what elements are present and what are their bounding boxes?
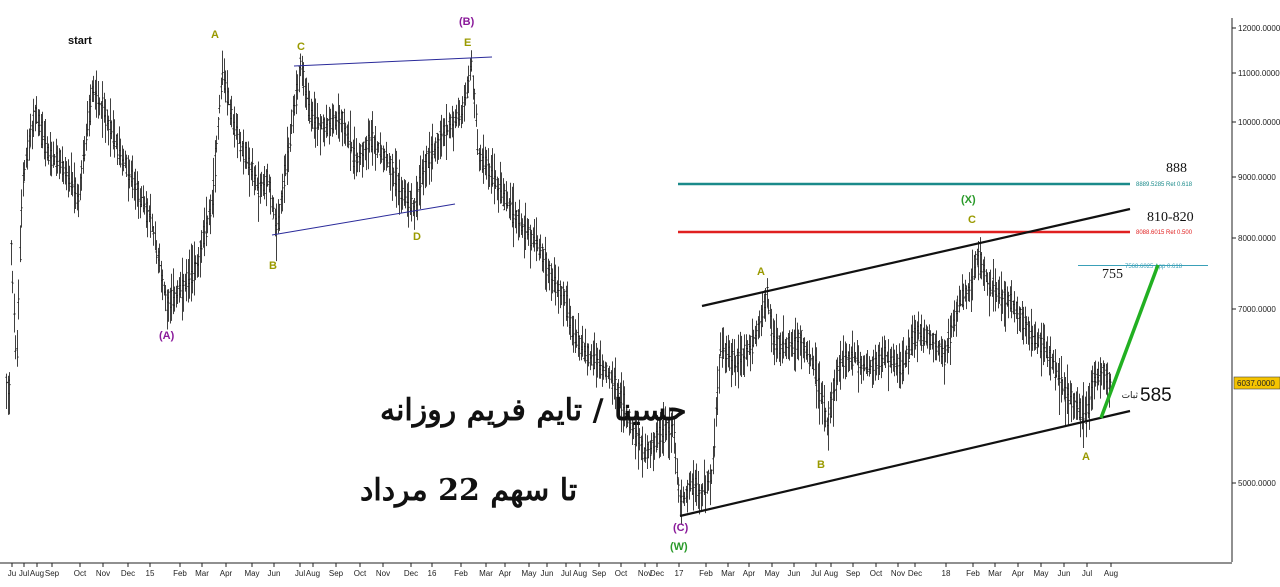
wave-label-A: A (211, 29, 219, 41)
level-annotation-810-820: 8088.6015 Ret 0.500 (1136, 230, 1193, 236)
x-tick-label: Sep (329, 569, 344, 578)
x-tick-label: Jun (268, 569, 281, 578)
price-note-585: 585 (1140, 385, 1172, 406)
x-tick-label: Aug (1104, 569, 1118, 578)
x-tick-label: Dec (404, 569, 418, 578)
x-tick-label: 17 (675, 569, 684, 578)
triangle-lower-line (271, 203, 456, 236)
x-tick-label: Apr (220, 569, 233, 578)
x-tick-label: Mar (195, 569, 209, 578)
x-tick-label: Feb (699, 569, 713, 578)
x-tick-label: Oct (615, 569, 628, 578)
x-tick-label: Oct (354, 569, 367, 578)
x-tick-label: Oct (870, 569, 883, 578)
x-tick-label: 15 (146, 569, 155, 578)
x-tick-label: Jun (1058, 569, 1071, 578)
x-tick-label: Dec (121, 569, 135, 578)
wave-label-W: (W) (670, 541, 688, 553)
y-tick-label: 10000.0000 (1238, 118, 1280, 127)
x-tick-label: Nov (96, 569, 110, 578)
x-tick-label: Apr (499, 569, 512, 578)
triangle-upper-line (293, 56, 493, 67)
x-tick-label: Jul (561, 569, 571, 578)
wave-label-start: start (68, 35, 92, 47)
x-tick-label: Mar (479, 569, 493, 578)
overlays: 8889.5285 Ret 0.618 8088.6015 Ret 0.500 75… (271, 56, 1208, 518)
x-tick-label: Jul (1082, 569, 1092, 578)
x-tick-label: Aug (573, 569, 587, 578)
x-tick-label: Dec (908, 569, 922, 578)
wave-label-C: C (968, 214, 976, 226)
x-tick-label: May (764, 569, 779, 578)
x-tick-label: 16 (428, 569, 437, 578)
wave-label-B: (B) (459, 16, 475, 28)
wave-label-A: A (757, 266, 765, 278)
x-tick-label: Apr (1012, 569, 1025, 578)
x-tick-label: Mar (988, 569, 1002, 578)
x-tick-label: Jun (541, 569, 554, 578)
wave-label-E: E (464, 37, 471, 49)
x-tick-label: 18 (942, 569, 951, 578)
x-tick-label: Feb (173, 569, 187, 578)
wave-label-C: (C) (673, 522, 689, 534)
x-tick-label: May (244, 569, 259, 578)
x-tick-label: Dec (650, 569, 664, 578)
wave-label-C: C (297, 41, 305, 53)
x-tick-label: Jul (811, 569, 821, 578)
axes: 12000.0000 11000.0000 10000.0000 9000.0000 8… (0, 18, 1280, 578)
x-tick-label: Sep (45, 569, 60, 578)
level-annotation-755: 7568.6025 App 0.618 (1125, 264, 1183, 270)
x-tick-label: Apr (743, 569, 756, 578)
level-label-755: 755 (1102, 267, 1123, 282)
wave-label-A: A (1082, 451, 1090, 463)
x-tick-label: Nov (891, 569, 905, 578)
wave-label-X: (X) (961, 194, 976, 206)
price-note-suffix: ثبات (1122, 390, 1139, 400)
x-tick-label: May (1033, 569, 1048, 578)
channel-lower-line (679, 409, 1131, 518)
x-tick-label: Aug (824, 569, 838, 578)
x-tick-label: Jul (19, 569, 29, 578)
x-tick-label: Feb (454, 569, 468, 578)
level-label-810-820: 810-820 (1147, 210, 1194, 225)
level-annotation-888: 8889.5285 Ret 0.618 (1136, 182, 1193, 188)
x-tick-label: Sep (592, 569, 607, 578)
x-tick-label: May (521, 569, 536, 578)
x-tick-label: Jun (788, 569, 801, 578)
current-price-label: 6037.0000 (1237, 379, 1275, 388)
wave-label-A: (A) (159, 330, 175, 342)
x-tick-label: Feb (966, 569, 980, 578)
x-tick-label: Mar (721, 569, 735, 578)
farsi-title-line1: حسینا / تایم فریم روزانه (380, 393, 687, 428)
y-tick-label: 7000.0000 (1238, 305, 1276, 314)
labels: start A (B) C E B D (A) (X) C A B A (C) (W) 585ثبات حسین… (68, 16, 1172, 553)
y-tick-label: 8000.0000 (1238, 234, 1276, 243)
y-tick-label: 5000.0000 (1238, 479, 1276, 488)
x-tick-label: Jul (295, 569, 305, 578)
level-label-888: 888 (1166, 161, 1187, 176)
chart-svg: 8889.5285 Ret 0.618 8088.6015 Ret 0.500 75… (0, 16, 1280, 578)
x-tick-label: Nov (376, 569, 390, 578)
farsi-title-line2: تا سهم 22 مرداد (360, 473, 577, 508)
y-tick-label: 11000.0000 (1238, 69, 1280, 78)
x-tick-label: Oct (74, 569, 87, 578)
wave-label-B: B (269, 260, 277, 272)
y-tick-label: 12000.0000 (1238, 24, 1280, 33)
price-chart: 8889.5285 Ret 0.618 8088.6015 Ret 0.500 75… (0, 0, 1280, 582)
wave-label-D: D (413, 231, 421, 243)
x-tick-label: Aug (30, 569, 44, 578)
x-tick-label: Ju (8, 569, 16, 578)
x-tick-label: Aug (306, 569, 320, 578)
wave-label-B: B (817, 459, 825, 471)
channel-upper-line (701, 207, 1131, 308)
x-tick-label: Sep (846, 569, 861, 578)
y-tick-label: 9000.0000 (1238, 173, 1276, 182)
